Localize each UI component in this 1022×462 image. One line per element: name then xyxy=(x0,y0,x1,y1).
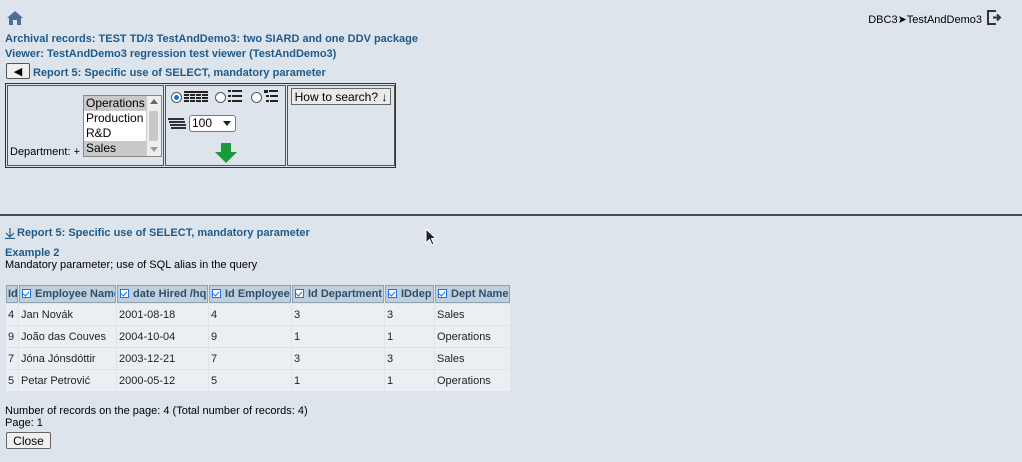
cell-date-hired: 2004-10-04 xyxy=(117,326,208,347)
archival-records-link[interactable]: Archival records: TEST TD/3 TestAndDemo3… xyxy=(5,33,418,45)
page-info: Page: 1 xyxy=(5,417,43,429)
page-size-select[interactable]: 100 xyxy=(189,115,236,132)
cell-employee-name: João das Couves xyxy=(19,326,116,347)
records-summary: Number of records on the page: 4 (Total … xyxy=(5,405,308,417)
report-title: Report 5: Specific use of SELECT, mandat… xyxy=(33,67,326,79)
column-header-dept-name[interactable]: Dept Name xyxy=(435,285,510,303)
cell-employee-name: Jóna Jónsdóttir xyxy=(19,348,116,369)
cell-date-hired: 2001-08-18 xyxy=(117,304,208,325)
column-checkbox[interactable] xyxy=(120,289,129,298)
close-button[interactable]: Close xyxy=(6,432,51,449)
column-checkbox[interactable] xyxy=(22,289,31,298)
results-report-title-text: Report 5: Specific use of SELECT, mandat… xyxy=(17,227,310,239)
view-table-radio[interactable] xyxy=(171,92,182,103)
cell-id-department: 3 xyxy=(292,348,384,369)
results-table: Id Employee Name date Hired /hq Id Emplo… xyxy=(5,284,511,392)
display-options-cell: 100 xyxy=(165,85,286,166)
how-to-search-button[interactable]: How to search? ↓ xyxy=(291,88,391,105)
download-arrow-icon xyxy=(5,227,15,239)
department-option-operations[interactable]: Operations xyxy=(84,96,148,111)
cell-date-hired: 2000-05-12 xyxy=(117,370,208,391)
back-arrow-icon: ◀ xyxy=(13,65,23,78)
table-row: 7 Jóna Jónsdóttir 2003-12-21 7 3 3 Sales xyxy=(6,348,510,369)
cell-id-employee: 5 xyxy=(209,370,291,391)
chevron-down-icon xyxy=(223,121,231,126)
listbox-scrollbar[interactable] xyxy=(146,96,161,156)
divider xyxy=(0,214,1022,216)
department-cell: Department: + Operations Production R&D … xyxy=(7,85,164,166)
table-view-icon xyxy=(184,91,208,102)
breadcrumb[interactable]: DBC3➤TestAndDemo3 xyxy=(868,13,982,26)
cell-id-department: 3 xyxy=(292,304,384,325)
column-checkbox[interactable] xyxy=(212,289,221,298)
department-listbox[interactable]: Operations Production R&D Sales xyxy=(83,95,162,157)
page-size-value: 100 xyxy=(192,116,213,130)
list-view-icon xyxy=(228,90,242,102)
column-checkbox[interactable] xyxy=(438,289,447,298)
home-icon[interactable] xyxy=(6,10,24,26)
column-header-employee-name[interactable]: Employee Name xyxy=(19,285,116,303)
column-checkbox[interactable] xyxy=(388,289,397,298)
page-size-icon xyxy=(168,118,186,129)
cell-id: 7 xyxy=(6,348,18,369)
scroll-thumb[interactable] xyxy=(149,111,158,141)
cell-iddep: 1 xyxy=(385,326,434,347)
column-header-id-employee[interactable]: Id Employee xyxy=(209,285,291,303)
cell-id-employee: 7 xyxy=(209,348,291,369)
viewer-link[interactable]: Viewer: TestAndDemo3 regression test vie… xyxy=(5,48,336,60)
cell-dept-name: Operations xyxy=(435,370,510,391)
column-header-id[interactable]: Id xyxy=(6,285,18,303)
cell-id: 9 xyxy=(6,326,18,347)
department-option-sales[interactable]: Sales xyxy=(84,141,148,156)
cell-id: 5 xyxy=(6,370,18,391)
scroll-down-icon[interactable] xyxy=(150,147,158,152)
cell-iddep: 3 xyxy=(385,304,434,325)
help-cell: How to search? ↓ xyxy=(287,85,395,166)
cell-iddep: 1 xyxy=(385,370,434,391)
department-option-rnd[interactable]: R&D xyxy=(84,126,148,141)
column-header-id-department[interactable]: Id Department xyxy=(292,285,384,303)
cell-dept-name: Sales xyxy=(435,304,510,325)
logout-icon[interactable] xyxy=(987,10,1003,25)
cell-id-employee: 9 xyxy=(209,326,291,347)
cell-dept-name: Sales xyxy=(435,348,510,369)
column-header-date-hired[interactable]: date Hired /hq xyxy=(117,285,208,303)
example-description: Mandatory parameter; use of SQL alias in… xyxy=(5,259,258,271)
cell-iddep: 3 xyxy=(385,348,434,369)
scroll-up-icon[interactable] xyxy=(150,99,158,104)
department-option-production[interactable]: Production xyxy=(84,111,148,126)
cell-id: 4 xyxy=(6,304,18,325)
table-row: 9 João das Couves 2004-10-04 9 1 1 Opera… xyxy=(6,326,510,347)
cell-id-department: 1 xyxy=(292,326,384,347)
table-row: 5 Petar Petrović 2000-05-12 5 1 1 Operat… xyxy=(6,370,510,391)
results-report-title[interactable]: Report 5: Specific use of SELECT, mandat… xyxy=(5,227,310,239)
mouse-cursor-icon xyxy=(425,228,437,246)
column-header-iddep[interactable]: IDdep xyxy=(385,285,434,303)
search-form: Department: + Operations Production R&D … xyxy=(5,83,396,168)
department-label: Department: + xyxy=(10,146,81,158)
table-header-row: Id Employee Name date Hired /hq Id Emplo… xyxy=(6,285,510,303)
view-list-radio[interactable] xyxy=(215,92,226,103)
view-detail-radio[interactable] xyxy=(251,92,262,103)
cell-employee-name: Petar Petrović xyxy=(19,370,116,391)
cell-date-hired: 2003-12-21 xyxy=(117,348,208,369)
table-row: 4 Jan Novák 2001-08-18 4 3 3 Sales xyxy=(6,304,510,325)
detail-view-icon xyxy=(264,90,278,102)
back-button[interactable]: ◀ xyxy=(6,63,30,79)
cell-id-department: 1 xyxy=(292,370,384,391)
search-arrow-icon[interactable] xyxy=(215,143,237,163)
column-checkbox[interactable] xyxy=(295,289,304,298)
example-title: Example 2 xyxy=(5,247,60,259)
cell-employee-name: Jan Novák xyxy=(19,304,116,325)
cell-id-employee: 4 xyxy=(209,304,291,325)
cell-dept-name: Operations xyxy=(435,326,510,347)
